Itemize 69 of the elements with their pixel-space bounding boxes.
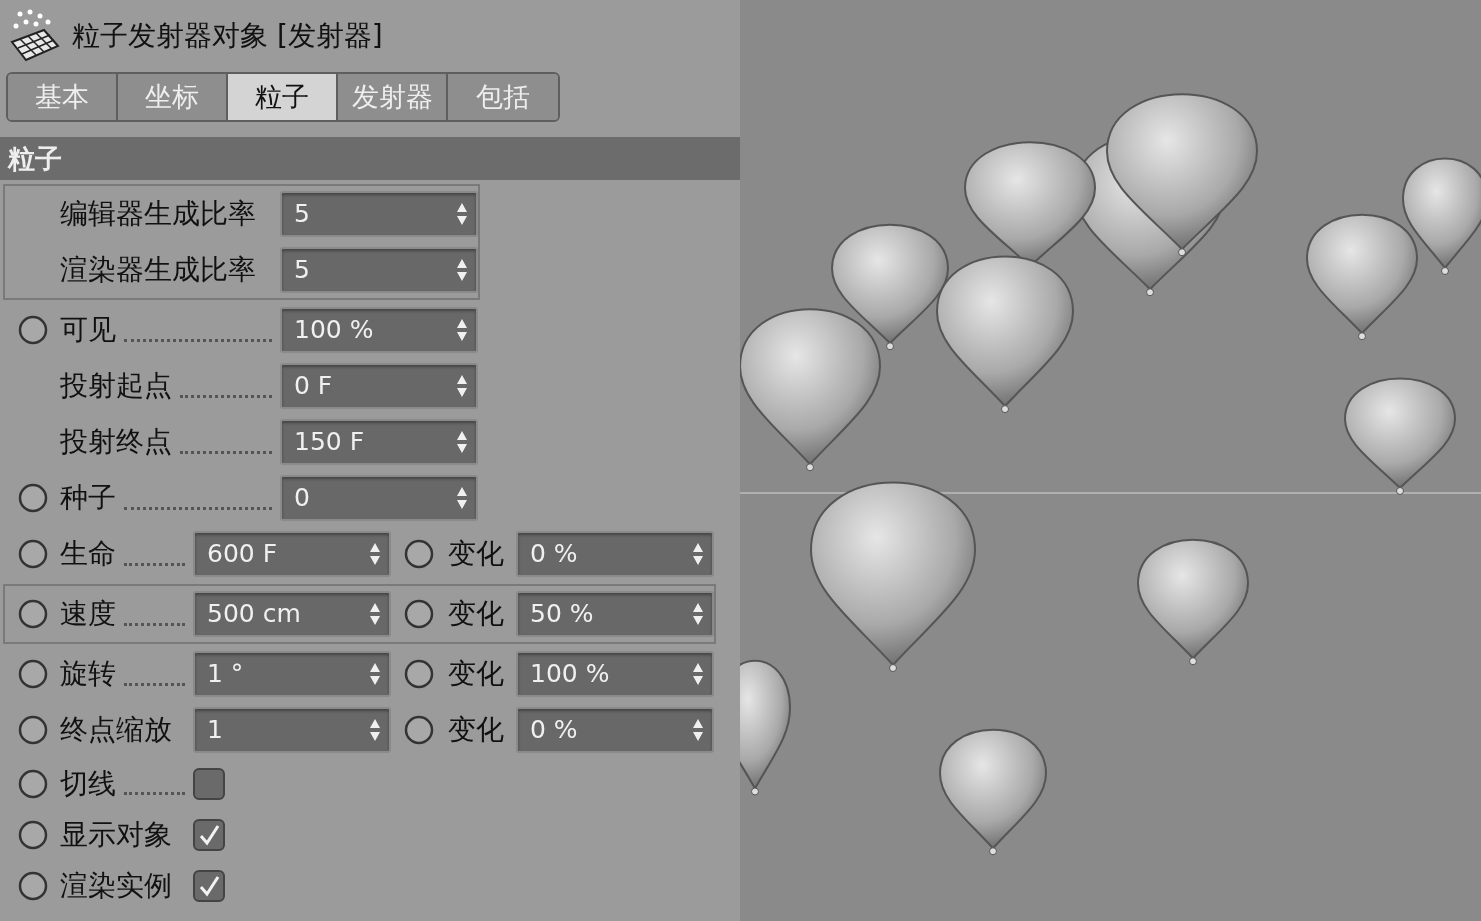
circle-icon[interactable] bbox=[402, 598, 435, 630]
tab[interactable]: 坐标 bbox=[118, 74, 228, 120]
number-field[interactable]: 150 F bbox=[280, 419, 478, 465]
spinner-arrows-icon[interactable] bbox=[369, 541, 381, 567]
checkbox[interactable] bbox=[193, 767, 225, 800]
spinner-arrows-icon[interactable] bbox=[456, 373, 468, 399]
tab[interactable]: 粒子 bbox=[228, 74, 338, 120]
number-field[interactable]: 100 % bbox=[280, 307, 478, 353]
number-field[interactable]: 0 % bbox=[516, 707, 714, 753]
checkbox[interactable] bbox=[193, 869, 225, 902]
spinner-arrows-icon[interactable] bbox=[692, 601, 704, 627]
field-label: 可见 bbox=[60, 312, 116, 348]
section-header: 粒子 bbox=[0, 137, 740, 180]
field-label: 投射终点 bbox=[60, 424, 172, 460]
number-field[interactable]: 50 % bbox=[516, 591, 714, 637]
number-field[interactable]: 0 bbox=[280, 475, 478, 521]
field-label: 显示对象 bbox=[60, 816, 172, 853]
spinner-arrows-icon[interactable] bbox=[369, 661, 381, 687]
field-label: 速度 bbox=[60, 596, 116, 632]
field-label: 生命 bbox=[60, 536, 116, 572]
number-field[interactable]: 1 bbox=[193, 707, 391, 753]
field-label: 终点缩放 bbox=[60, 712, 172, 748]
number-field[interactable]: 5 bbox=[280, 247, 478, 293]
field-label: 变化 bbox=[448, 596, 504, 632]
field-label: 变化 bbox=[448, 712, 504, 748]
circle-icon[interactable] bbox=[16, 818, 49, 851]
circle-icon[interactable] bbox=[16, 767, 49, 800]
spinner-arrows-icon[interactable] bbox=[692, 661, 704, 687]
field-label: 渲染实例 bbox=[60, 867, 172, 904]
tab[interactable]: 发射器 bbox=[338, 74, 448, 120]
number-field[interactable]: 500 cm bbox=[193, 591, 391, 637]
circle-icon[interactable] bbox=[16, 598, 49, 630]
spinner-arrows-icon[interactable] bbox=[692, 541, 704, 567]
number-field[interactable]: 100 % bbox=[516, 651, 714, 697]
spinner-arrows-icon[interactable] bbox=[456, 201, 468, 227]
number-field[interactable]: 5 bbox=[280, 191, 478, 237]
particle-emitter-icon bbox=[8, 8, 62, 64]
circle-icon[interactable] bbox=[16, 538, 49, 570]
spinner-arrows-icon[interactable] bbox=[456, 317, 468, 343]
circle-icon[interactable] bbox=[16, 658, 49, 690]
circle-icon[interactable] bbox=[16, 869, 49, 902]
checkbox[interactable] bbox=[193, 818, 225, 851]
spinner-arrows-icon[interactable] bbox=[456, 257, 468, 283]
number-field[interactable]: 1 ° bbox=[193, 651, 391, 697]
field-label: 种子 bbox=[60, 480, 116, 516]
tab[interactable]: 包括 bbox=[448, 74, 558, 120]
field-label: 渲染器生成比率 bbox=[60, 252, 256, 288]
number-field[interactable]: 0 F bbox=[280, 363, 478, 409]
spinner-arrows-icon[interactable] bbox=[692, 717, 704, 743]
field-label: 变化 bbox=[448, 536, 504, 572]
circle-icon[interactable] bbox=[402, 538, 435, 570]
tab[interactable]: 基本 bbox=[8, 74, 118, 120]
spinner-arrows-icon[interactable] bbox=[456, 485, 468, 511]
circle-icon[interactable] bbox=[16, 714, 49, 746]
field-label: 编辑器生成比率 bbox=[60, 196, 256, 232]
field-label: 变化 bbox=[448, 656, 504, 692]
circle-icon[interactable] bbox=[16, 482, 49, 514]
field-label: 切线 bbox=[60, 765, 116, 802]
spinner-arrows-icon[interactable] bbox=[369, 717, 381, 743]
number-field[interactable]: 0 % bbox=[516, 531, 714, 577]
circle-icon[interactable] bbox=[402, 658, 435, 690]
window-title: 粒子发射器对象 [发射器] bbox=[72, 18, 383, 54]
number-field[interactable]: 600 F bbox=[193, 531, 391, 577]
circle-icon[interactable] bbox=[402, 714, 435, 746]
field-label: 旋转 bbox=[60, 656, 116, 692]
circle-icon[interactable] bbox=[16, 314, 49, 346]
spinner-arrows-icon[interactable] bbox=[456, 429, 468, 455]
spinner-arrows-icon[interactable] bbox=[369, 601, 381, 627]
field-label: 投射起点 bbox=[60, 368, 172, 404]
